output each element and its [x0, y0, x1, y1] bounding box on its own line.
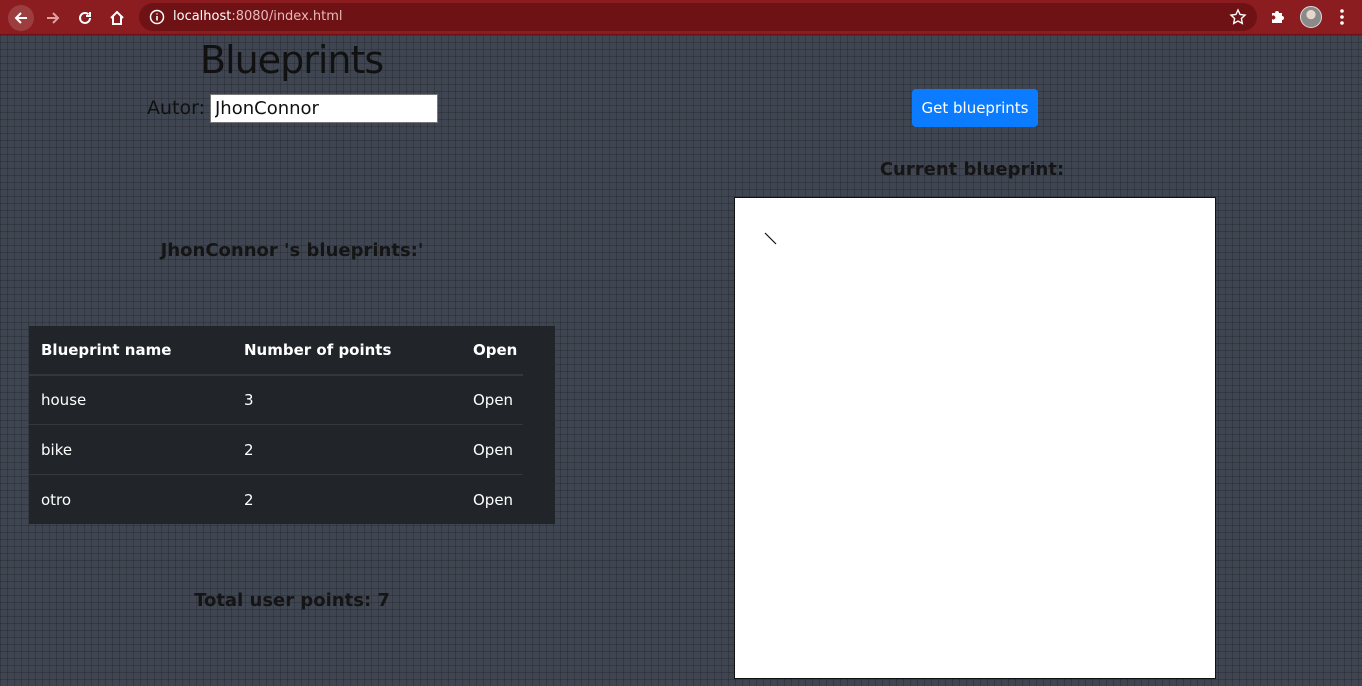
open-button[interactable]: Open	[473, 426, 513, 474]
open-button[interactable]: Open	[473, 475, 513, 524]
star-icon[interactable]	[1229, 8, 1247, 26]
author-input[interactable]	[210, 94, 438, 123]
table-row: bike 2 Open	[29, 426, 523, 475]
address-bar[interactable]: localhost:8080/index.html	[139, 3, 1257, 31]
profile-avatar[interactable]	[1300, 6, 1322, 28]
blueprint-name-cell: otro	[41, 490, 72, 509]
browser-toolbar: localhost:8080/index.html	[0, 0, 1362, 35]
blueprint-points-cell: 2	[244, 441, 254, 459]
table-row: house 3 Open	[29, 376, 523, 425]
forward-button[interactable]	[40, 5, 66, 31]
kebab-menu-icon[interactable]	[1334, 7, 1350, 27]
reload-button[interactable]	[72, 5, 98, 31]
home-icon	[110, 10, 124, 25]
arrow-right-icon	[47, 12, 60, 24]
get-blueprints-button[interactable]: Get blueprints	[912, 89, 1038, 127]
blueprint-drawing	[764, 232, 777, 245]
author-label: Autor:	[147, 97, 205, 119]
table-row: otro 2 Open	[29, 475, 523, 524]
user-blueprints-title: JhonConnor 's blueprints:'	[160, 240, 424, 261]
blueprint-name-cell: house	[41, 391, 87, 409]
arrow-left-icon	[14, 12, 27, 24]
open-button[interactable]: Open	[473, 376, 513, 424]
puzzle-icon[interactable]	[1268, 6, 1288, 26]
current-blueprint-label: Current blueprint:	[879, 159, 1065, 180]
reload-icon	[79, 11, 91, 24]
header-number-of-points: Number of points	[244, 341, 392, 359]
info-icon[interactable]	[149, 9, 165, 25]
blueprint-line-segment	[764, 232, 777, 245]
blueprints-table: Blueprint name Number of points Open hou…	[29, 326, 555, 524]
blueprint-canvas[interactable]	[734, 197, 1216, 679]
total-user-points: Total user points: 7	[194, 590, 390, 611]
url-text: localhost:8080/index.html	[173, 9, 343, 24]
blueprint-points-cell: 3	[244, 391, 254, 409]
home-button[interactable]	[104, 5, 130, 31]
header-blueprint-name: Blueprint name	[41, 341, 172, 359]
table-header-row: Blueprint name Number of points Open	[29, 326, 523, 376]
header-open: Open	[473, 341, 518, 359]
blueprint-points-cell: 2	[244, 490, 254, 509]
blueprint-name-cell: bike	[41, 441, 73, 459]
back-button[interactable]	[8, 5, 34, 31]
page-title: Blueprints	[200, 38, 384, 82]
